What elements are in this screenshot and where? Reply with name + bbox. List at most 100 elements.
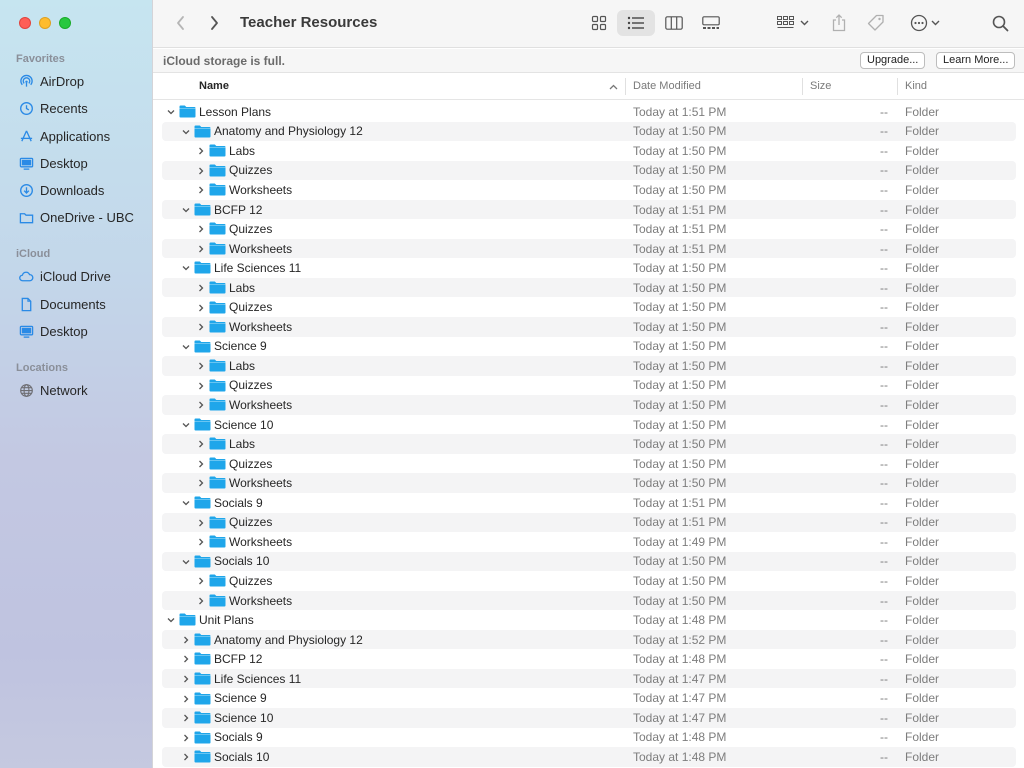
column-header-date-modified[interactable]: Date Modified: [633, 80, 701, 92]
column-header-size[interactable]: Size: [810, 80, 831, 92]
disclosure-expanded-icon[interactable]: [181, 127, 191, 137]
table-row[interactable]: Life Sciences 11 Today at 1:47 PM -- Folder: [162, 668, 1016, 689]
table-row[interactable]: Science 9 Today at 1:50 PM -- Folder: [162, 337, 1016, 357]
table-row[interactable]: Worksheets Today at 1:50 PM -- Folder: [162, 317, 1016, 337]
table-row[interactable]: Quizzes Today at 1:50 PM -- Folder: [162, 376, 1016, 396]
forward-button[interactable]: [204, 10, 224, 36]
disclosure-expanded-icon[interactable]: [181, 498, 191, 508]
table-row[interactable]: BCFP 12 Today at 1:51 PM -- Folder: [162, 199, 1016, 220]
zoom-window-button[interactable]: [59, 17, 71, 29]
table-row[interactable]: Quizzes Today at 1:50 PM -- Folder: [162, 298, 1016, 318]
back-button[interactable]: [171, 10, 191, 36]
file-kind: Folder: [905, 300, 940, 315]
list-view-button[interactable]: [617, 10, 655, 36]
disclosure-collapsed-icon[interactable]: [181, 713, 191, 723]
table-row[interactable]: Socials 9 Today at 1:48 PM -- Folder: [162, 728, 1016, 748]
disclosure-collapsed-icon[interactable]: [196, 596, 206, 606]
disclosure-expanded-icon[interactable]: [166, 107, 176, 117]
sidebar-item-icloud-desktop[interactable]: Desktop: [12, 319, 144, 343]
table-row[interactable]: Worksheets Today at 1:50 PM -- Folder: [162, 590, 1016, 611]
disclosure-expanded-icon[interactable]: [166, 615, 176, 625]
table-row[interactable]: Socials 10 Today at 1:50 PM -- Folder: [162, 551, 1016, 572]
disclosure-collapsed-icon[interactable]: [196, 283, 206, 293]
table-row[interactable]: Labs Today at 1:50 PM -- Folder: [162, 277, 1016, 298]
disclosure-collapsed-icon[interactable]: [181, 752, 191, 762]
table-row[interactable]: BCFP 12 Today at 1:48 PM -- Folder: [162, 649, 1016, 669]
disclosure-collapsed-icon[interactable]: [196, 478, 206, 488]
table-row[interactable]: Worksheets Today at 1:51 PM -- Folder: [162, 238, 1016, 259]
disclosure-collapsed-icon[interactable]: [196, 322, 206, 332]
minimize-window-button[interactable]: [39, 17, 51, 29]
search-button[interactable]: [988, 10, 1012, 36]
sidebar-item-desktop[interactable]: Desktop: [12, 151, 144, 175]
disclosure-collapsed-icon[interactable]: [181, 733, 191, 743]
sidebar-item-downloads[interactable]: Downloads: [12, 178, 144, 202]
disclosure-collapsed-icon[interactable]: [196, 361, 206, 371]
table-row[interactable]: Quizzes Today at 1:50 PM -- Folder: [162, 454, 1016, 474]
sidebar-item-recents[interactable]: Recents: [12, 96, 144, 120]
upgrade-button[interactable]: Upgrade...: [860, 52, 926, 69]
disclosure-expanded-icon[interactable]: [181, 557, 191, 567]
disclosure-collapsed-icon[interactable]: [196, 518, 206, 528]
table-row[interactable]: Quizzes Today at 1:51 PM -- Folder: [162, 219, 1016, 239]
table-row[interactable]: Lesson Plans Today at 1:51 PM -- Folder: [162, 102, 1016, 122]
window-title: Teacher Resources: [240, 14, 378, 31]
disclosure-expanded-icon[interactable]: [181, 420, 191, 430]
table-row[interactable]: Labs Today at 1:50 PM -- Folder: [162, 356, 1016, 376]
table-row[interactable]: Anatomy and Physiology 12 Today at 1:52 P…: [162, 629, 1016, 650]
table-row[interactable]: Unit Plans Today at 1:48 PM -- Folder: [162, 610, 1016, 630]
sidebar-item-network[interactable]: Network: [12, 378, 144, 402]
close-window-button[interactable]: [19, 17, 31, 29]
disclosure-collapsed-icon[interactable]: [196, 224, 206, 234]
disclosure-expanded-icon[interactable]: [181, 205, 191, 215]
disclosure-collapsed-icon[interactable]: [196, 439, 206, 449]
table-row[interactable]: Worksheets Today at 1:50 PM -- Folder: [162, 180, 1016, 200]
sidebar-item-documents[interactable]: Documents: [12, 292, 144, 316]
disclosure-collapsed-icon[interactable]: [196, 537, 206, 547]
table-row[interactable]: Labs Today at 1:50 PM -- Folder: [162, 434, 1016, 454]
disclosure-expanded-icon[interactable]: [181, 263, 191, 273]
disclosure-collapsed-icon[interactable]: [181, 635, 191, 645]
table-row[interactable]: Labs Today at 1:50 PM -- Folder: [162, 141, 1016, 161]
share-button[interactable]: [827, 10, 851, 36]
sidebar-item-onedrive[interactable]: OneDrive - UBC: [12, 205, 144, 229]
disclosure-collapsed-icon[interactable]: [181, 654, 191, 664]
gallery-view-button[interactable]: [698, 10, 724, 36]
group-by-button[interactable]: [773, 10, 813, 36]
table-row[interactable]: Worksheets Today at 1:50 PM -- Folder: [162, 473, 1016, 493]
learn-more-button[interactable]: Learn More...: [936, 52, 1016, 69]
table-row[interactable]: Worksheets Today at 1:49 PM -- Folder: [162, 532, 1016, 552]
sidebar-item-applications[interactable]: Applications: [12, 124, 144, 148]
table-row[interactable]: Quizzes Today at 1:50 PM -- Folder: [162, 160, 1016, 181]
disclosure-collapsed-icon[interactable]: [196, 459, 206, 469]
table-row[interactable]: Science 10 Today at 1:50 PM -- Folder: [162, 415, 1016, 435]
more-actions-button[interactable]: [905, 10, 945, 36]
disclosure-collapsed-icon[interactable]: [196, 303, 206, 313]
tag-button[interactable]: [864, 10, 888, 36]
disclosure-collapsed-icon[interactable]: [196, 244, 206, 254]
disclosure-expanded-icon[interactable]: [181, 342, 191, 352]
table-row[interactable]: Life Sciences 11 Today at 1:50 PM -- Folder: [162, 258, 1016, 278]
table-row[interactable]: Socials 9 Today at 1:51 PM -- Folder: [162, 493, 1016, 513]
disclosure-collapsed-icon[interactable]: [196, 400, 206, 410]
disclosure-collapsed-icon[interactable]: [196, 185, 206, 195]
sidebar-item-airdrop[interactable]: AirDrop: [12, 69, 144, 93]
sidebar-item-icloud-drive[interactable]: iCloud Drive: [12, 264, 144, 288]
disclosure-collapsed-icon[interactable]: [196, 576, 206, 586]
table-row[interactable]: Socials 10 Today at 1:48 PM -- Folder: [162, 747, 1016, 767]
table-row[interactable]: Quizzes Today at 1:50 PM -- Folder: [162, 571, 1016, 591]
disclosure-collapsed-icon[interactable]: [196, 381, 206, 391]
icon-view-button[interactable]: [586, 10, 612, 36]
disclosure-collapsed-icon[interactable]: [196, 146, 206, 156]
column-header-name[interactable]: Name: [199, 80, 229, 92]
table-row[interactable]: Anatomy and Physiology 12 Today at 1:50 P…: [162, 121, 1016, 142]
column-view-button[interactable]: [661, 10, 687, 36]
table-row[interactable]: Quizzes Today at 1:51 PM -- Folder: [162, 512, 1016, 533]
disclosure-collapsed-icon[interactable]: [181, 694, 191, 704]
table-row[interactable]: Worksheets Today at 1:50 PM -- Folder: [162, 395, 1016, 415]
disclosure-collapsed-icon[interactable]: [196, 166, 206, 176]
column-header-kind[interactable]: Kind: [905, 80, 927, 92]
disclosure-collapsed-icon[interactable]: [181, 674, 191, 684]
table-row[interactable]: Science 10 Today at 1:47 PM -- Folder: [162, 708, 1016, 728]
table-row[interactable]: Science 9 Today at 1:47 PM -- Folder: [162, 689, 1016, 709]
